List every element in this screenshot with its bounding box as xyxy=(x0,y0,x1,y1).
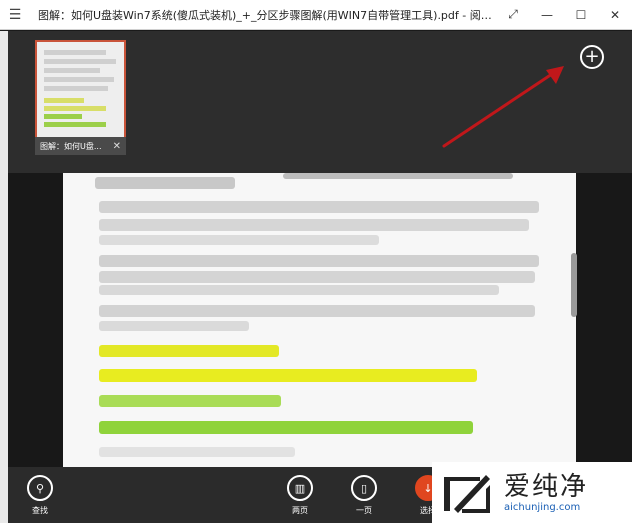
close-button[interactable]: ✕ xyxy=(598,0,632,30)
text-line xyxy=(99,305,535,317)
thumb-line xyxy=(44,98,84,103)
two-page-button[interactable]: ▥ 两页 xyxy=(280,475,320,516)
scrollbar-handle[interactable] xyxy=(571,253,577,317)
expand-icon[interactable]: ⤢ xyxy=(496,0,530,30)
search-icon: ⚲ xyxy=(27,475,53,501)
add-tab-button[interactable]: + xyxy=(580,45,604,69)
reader-window: ☰ 图解：如何U盘装Win7系统(傻瓜式装机)_+_分区步骤图解(用WIN7自带… xyxy=(0,0,632,523)
thumb-line xyxy=(44,106,106,111)
minimize-button[interactable]: — xyxy=(530,0,564,30)
one-page-label: 一页 xyxy=(356,506,372,515)
text-line xyxy=(99,235,379,245)
text-line xyxy=(283,173,513,179)
thumb-line xyxy=(44,68,100,73)
thumb-line xyxy=(44,50,106,55)
brand-logo-icon xyxy=(444,474,490,513)
thumb-line xyxy=(44,77,114,82)
title-bar: ☰ 图解：如何U盘装Win7系统(傻瓜式装机)_+_分区步骤图解(用WIN7自带… xyxy=(0,0,632,30)
thumb-line xyxy=(44,114,82,119)
pdf-page xyxy=(63,173,576,467)
highlight-yellow xyxy=(99,345,279,357)
left-edge xyxy=(0,31,8,523)
find-button[interactable]: ⚲ 查找 xyxy=(20,475,60,516)
text-line xyxy=(99,201,539,213)
text-line xyxy=(99,447,295,457)
tab-close-icon[interactable]: ✕ xyxy=(113,141,121,152)
highlight-green xyxy=(99,395,281,407)
tab-label: 图解：如何U盘... xyxy=(40,141,102,151)
document-view[interactable] xyxy=(8,173,632,467)
highlight-green xyxy=(99,421,473,434)
text-line xyxy=(99,255,539,267)
find-label: 查找 xyxy=(32,506,48,515)
open-book-icon: ▥ xyxy=(287,475,313,501)
thumb-line xyxy=(44,122,106,127)
page-icon: ▯ xyxy=(351,475,377,501)
watermark-url: aichunjing.com xyxy=(504,502,581,513)
text-line xyxy=(99,285,499,295)
tab-label-bar[interactable]: 图解：如何U盘... ✕ xyxy=(35,137,126,155)
hamburger-icon[interactable]: ☰ xyxy=(0,0,30,30)
tab-strip: 图解：如何U盘... ✕ + xyxy=(8,31,632,173)
thumb-line xyxy=(44,59,116,64)
watermark: 爱纯净 aichunjing.com xyxy=(432,462,632,523)
text-line xyxy=(95,177,235,189)
one-page-button[interactable]: ▯ 一页 xyxy=(344,475,384,516)
text-line xyxy=(99,271,535,283)
thumb-line xyxy=(44,86,108,91)
highlight-yellow xyxy=(99,369,477,382)
watermark-brand: 爱纯净 xyxy=(504,472,589,502)
text-line xyxy=(99,219,529,231)
window-title: 图解：如何U盘装Win7系统(傻瓜式装机)_+_分区步骤图解(用WIN7自带管理… xyxy=(38,8,496,22)
text-line xyxy=(99,321,249,331)
two-page-label: 两页 xyxy=(292,506,308,515)
maximize-button[interactable]: ☐ xyxy=(564,0,598,30)
